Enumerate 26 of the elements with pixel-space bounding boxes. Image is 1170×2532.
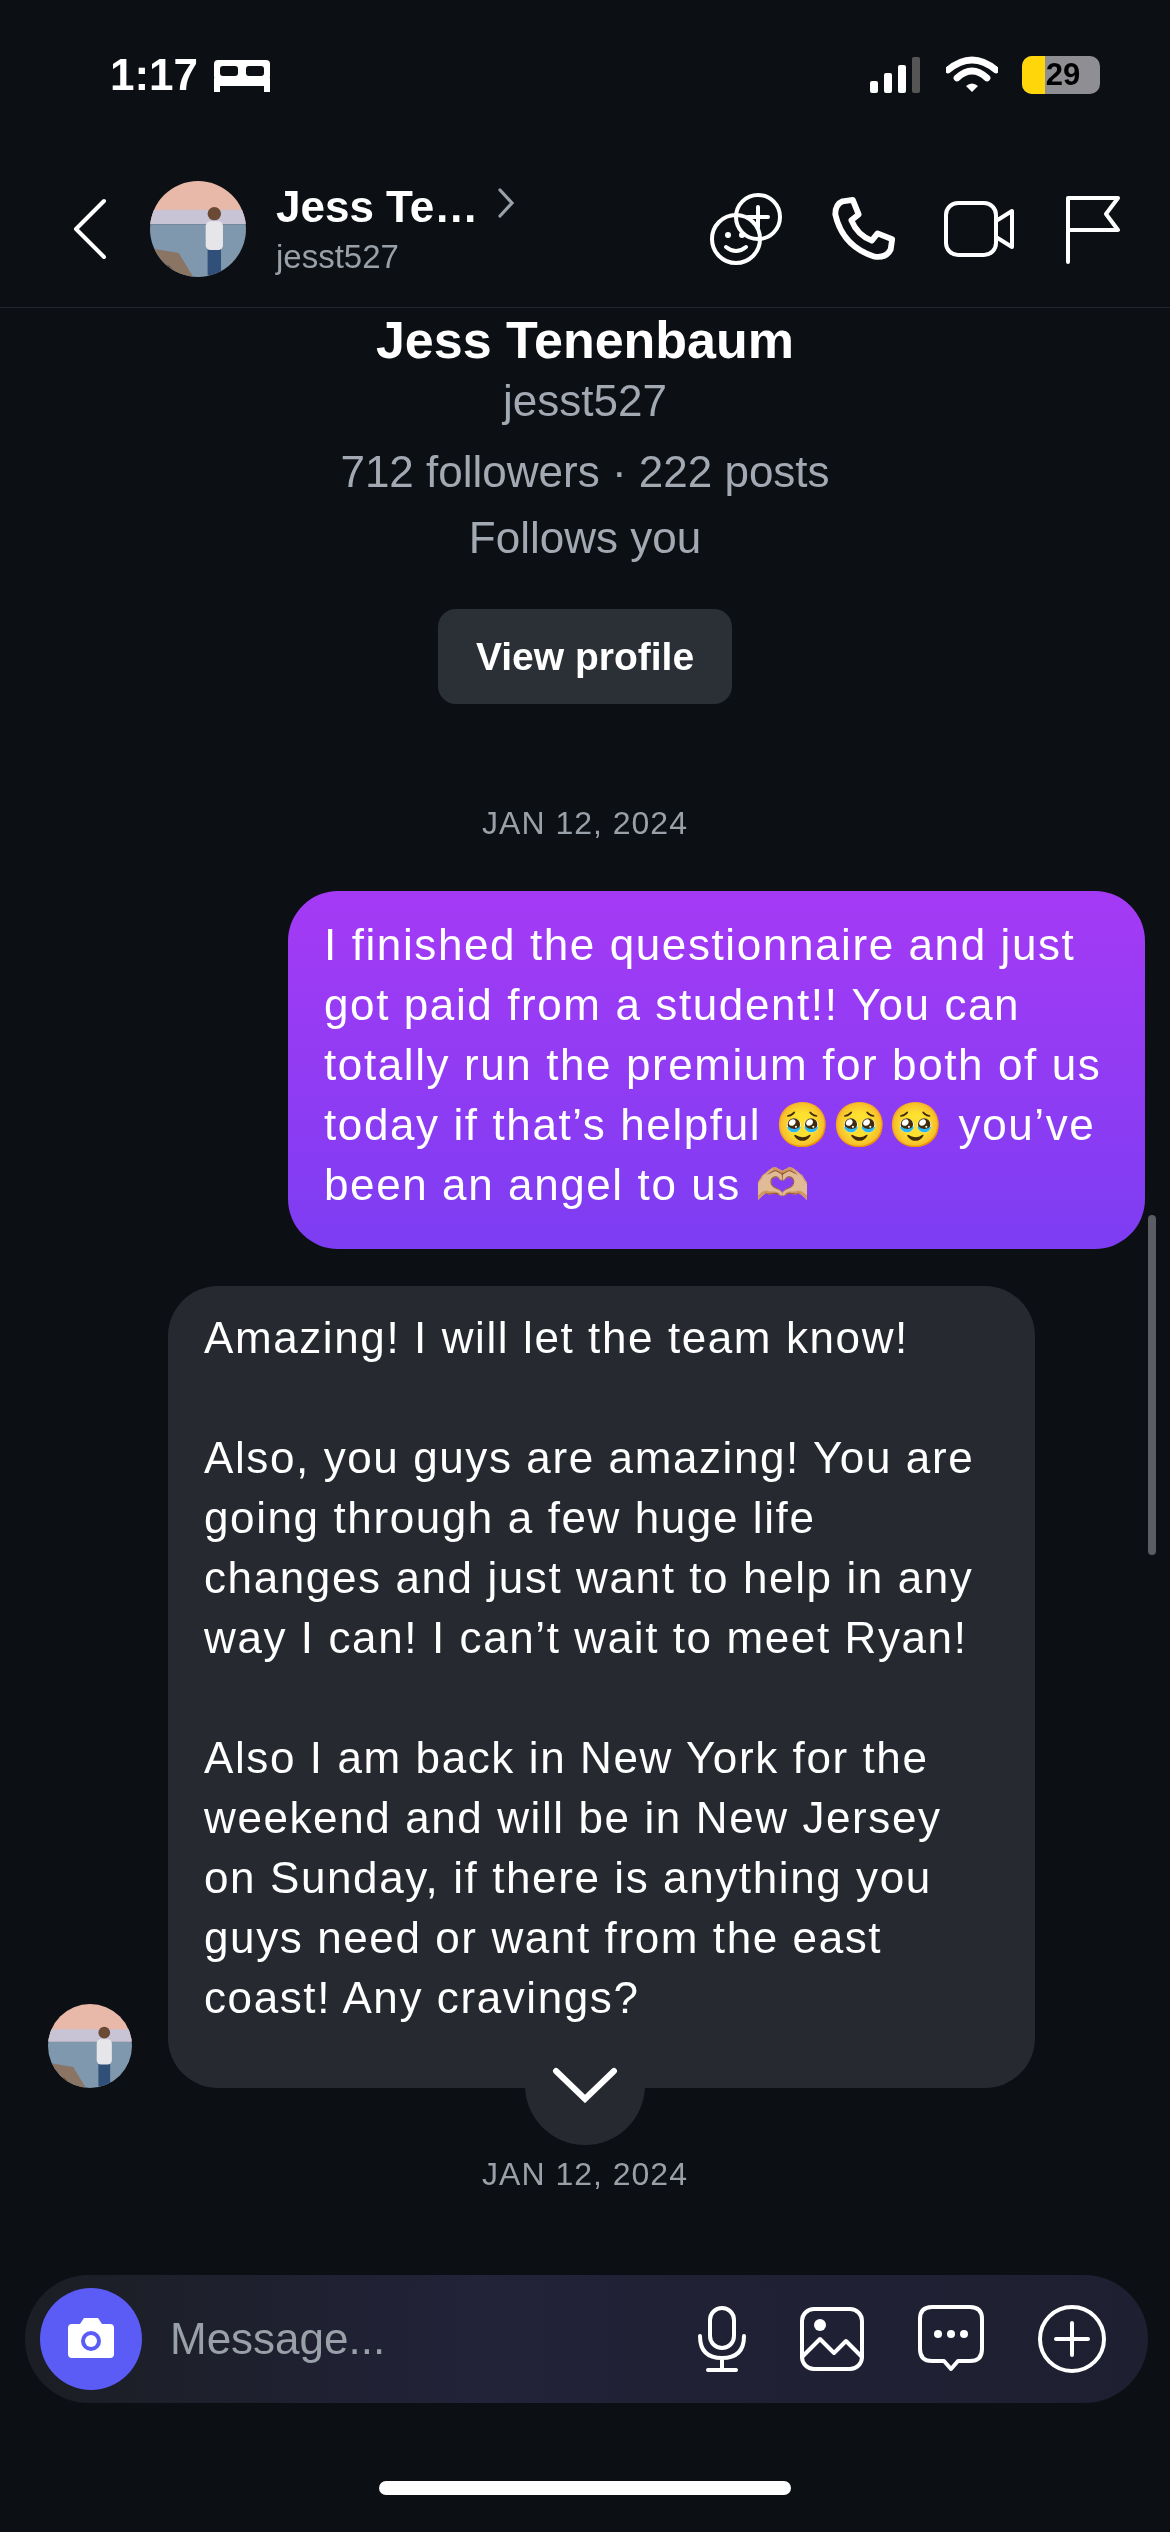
wifi-icon	[946, 56, 998, 94]
image-icon[interactable]	[798, 2305, 866, 2373]
date-divider: JAN 12, 2024	[481, 804, 689, 843]
chevron-down-icon	[552, 2067, 618, 2103]
view-profile-button[interactable]: View profile	[437, 609, 733, 704]
contact-name[interactable]: Jess Te…	[276, 181, 479, 232]
chevron-icon	[496, 185, 517, 220]
signal-icon	[870, 57, 920, 93]
profile-stats: 712 followers · 222 posts	[340, 446, 830, 498]
battery-percentage: 29	[1044, 56, 1082, 94]
received-message: Amazing! I will let the team know!	[204, 1312, 910, 1364]
date-divider: JAN 12, 2024	[481, 2155, 689, 2194]
bed-icon	[212, 58, 273, 92]
scrollbar[interactable]	[1148, 1215, 1156, 1555]
sticker-add-icon[interactable]	[708, 190, 784, 267]
add-icon[interactable]	[1036, 2303, 1108, 2375]
microphone-icon[interactable]	[696, 2304, 748, 2374]
sent-message: I finished the questionnaire and just got paid from a student!! You can totally run the premium for both of us today if that’s helpful 🥹🥹🥹 you’ve been an angel to us 🫶🏼	[288, 891, 1145, 1249]
received-message: Also I am back in New York for the weekend and will be in New Jersey on Sunday, if there is anything you guys need or want from the east coast! Any cravings?	[204, 1732, 943, 2024]
message-field[interactable]: Message...	[168, 2313, 646, 2365]
contact-username: jesst527	[276, 237, 400, 276]
follow-status: Follows you	[468, 512, 702, 564]
profile-name: Jess Tenenbaum	[375, 310, 795, 370]
profile-username: jesst527	[503, 375, 667, 427]
clock-time: 1:17	[110, 50, 199, 100]
received-message: Also, you guys are amazing! You are going through a few huge life changes and just want to help in any way I can! I can’t wait to meet Ryan!	[204, 1432, 976, 1664]
